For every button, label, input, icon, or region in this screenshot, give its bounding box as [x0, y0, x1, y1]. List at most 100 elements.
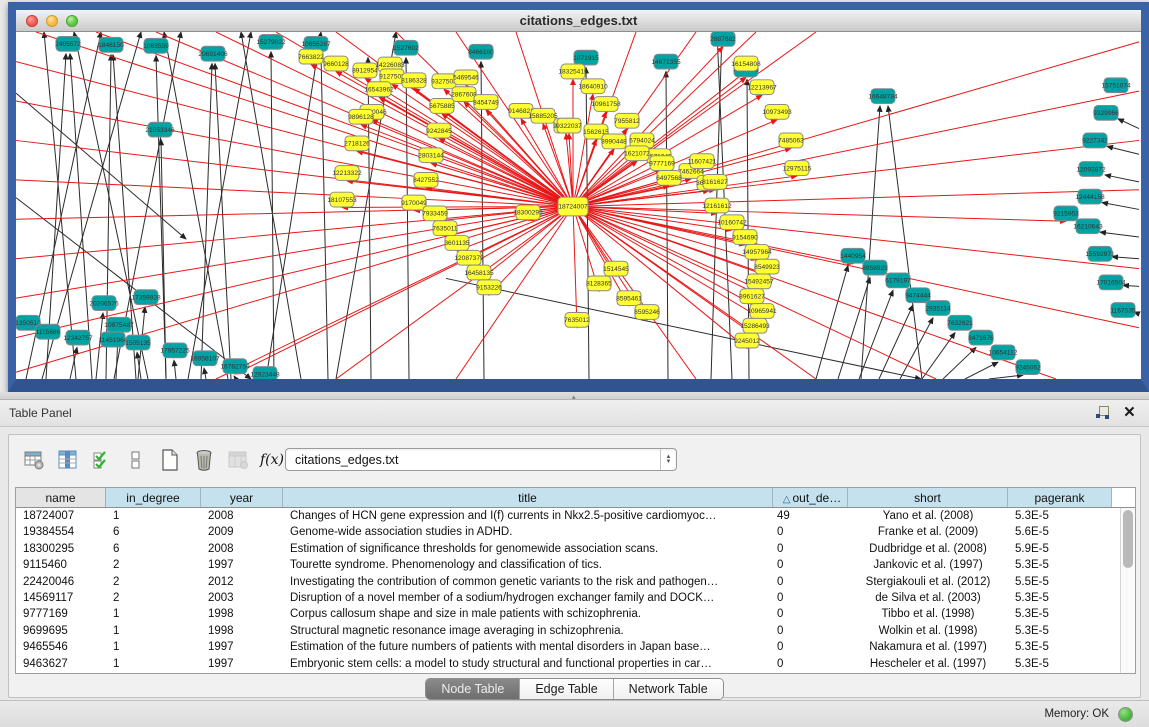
column-header-name[interactable]: name: [16, 488, 106, 507]
graph-node-label: 18640910: [578, 84, 608, 91]
graph-node-label: 12093872: [1076, 166, 1106, 173]
delete-columns-icon[interactable]: [227, 449, 249, 471]
show-columns-icon[interactable]: [57, 449, 79, 471]
table-cell: 0: [773, 639, 848, 655]
table-row[interactable]: 969969511998Structural magnetic resonanc…: [16, 623, 1120, 639]
status-bar: Memory: OK: [0, 700, 1149, 727]
table-cell: 9115460: [16, 557, 106, 573]
column-header-pagerank[interactable]: pagerank: [1008, 488, 1112, 507]
table-vertical-scrollbar[interactable]: [1120, 508, 1135, 673]
table-cell: Franke et al. (2009): [848, 524, 1008, 540]
delete-table-icon[interactable]: [193, 449, 215, 471]
graph-node-label: 10655287: [301, 41, 331, 48]
table-row[interactable]: 977716911998Corpus callosum shape and si…: [16, 606, 1120, 622]
graph-node-label: 18724007: [558, 204, 588, 211]
table-cell: 5.6E-5: [1008, 524, 1112, 540]
graph-node-label: 9322037: [556, 123, 582, 130]
table-cell: Genome-wide association studies in ADHD.: [283, 524, 773, 540]
select-all-rows-icon[interactable]: [91, 449, 113, 471]
table-cell: Yano et al. (2008): [848, 508, 1008, 524]
graph-node-label: 9242845: [426, 128, 452, 135]
float-panel-icon[interactable]: [1095, 406, 1110, 420]
table-cell: 9699695: [16, 623, 106, 639]
graph-node-label: 2718126: [344, 141, 370, 148]
table-cell: 0: [773, 656, 848, 672]
table-selector-dropdown[interactable]: citations_edges.txt ▲▼: [285, 448, 677, 471]
graph-node-label: 12087379: [454, 255, 484, 262]
table-cell: 6: [106, 541, 201, 557]
table-cell: 9777169: [16, 606, 106, 622]
close-panel-icon[interactable]: ×: [1124, 406, 1135, 420]
graph-node-label: 8128365: [586, 281, 612, 288]
graph-node-label: 16210643: [1073, 224, 1103, 231]
scrollbar-thumb[interactable]: [1123, 510, 1133, 568]
graph-node-label: 1440954: [840, 253, 866, 260]
graph-node-label: 7635011: [432, 225, 458, 232]
table-cell: 2012: [201, 574, 283, 590]
graph-node-label: 9170049: [401, 200, 427, 207]
column-header-year[interactable]: year: [201, 488, 283, 507]
graph-node-label: 15279022: [256, 39, 286, 46]
table-cell: 9463627: [16, 656, 106, 672]
table-cell: 0: [773, 541, 848, 557]
table-cell: Wolkin et al. (1998): [848, 623, 1008, 639]
table-cell: 14569117: [16, 590, 106, 606]
window-title: citations_edges.txt: [16, 13, 1141, 28]
table-row[interactable]: 1872400712008Changes of HCN gene express…: [16, 508, 1120, 524]
unselect-all-rows-icon[interactable]: [125, 449, 147, 471]
table-row[interactable]: 946362711997Embryonic stem cells: a mode…: [16, 656, 1120, 672]
tab-node-table[interactable]: Node Table: [426, 679, 519, 699]
network-canvas[interactable]: 2405572184615010635592069140615279022106…: [16, 32, 1141, 379]
create-new-table-icon[interactable]: [159, 449, 181, 471]
column-header-title[interactable]: title: [283, 488, 773, 507]
table-row[interactable]: 1830029562008Estimation of significance …: [16, 541, 1120, 557]
graph-node-label: 17359928: [131, 294, 161, 301]
graph-node-label: 2935114: [925, 305, 951, 312]
graph-node-label: 12213322: [332, 170, 362, 177]
graph-node-label: 14671355: [651, 59, 681, 66]
table-row[interactable]: 2242004622012Investigating the contribut…: [16, 574, 1120, 590]
tab-network-table[interactable]: Network Table: [613, 679, 723, 699]
table-row[interactable]: 1456911722003Disruption of a novel membe…: [16, 590, 1120, 606]
table-cell: Estimation of the future numbers of pati…: [283, 639, 773, 655]
graph-node-label: 15751074: [1101, 83, 1131, 90]
graph-node-label: 16958107: [190, 356, 220, 363]
graph-node-label: 15885205: [528, 113, 558, 120]
graph-node-label: 1071915: [573, 55, 599, 62]
graph-node-label: 8595461: [616, 295, 642, 302]
graph-node-label: 16458135: [464, 270, 494, 277]
graph-node-label: 12213967: [747, 85, 777, 92]
table-cell: 18724007: [16, 508, 106, 524]
graph-node-label: 7632621: [947, 320, 973, 327]
tab-edge-table[interactable]: Edge Table: [519, 679, 612, 699]
app-window: citations_edges.txt 24055721846150106355…: [0, 0, 1149, 727]
table-cell: 9465546: [16, 639, 106, 655]
graph-node-label: 12342757: [63, 335, 93, 342]
column-header-out_de[interactable]: △out_de…: [773, 488, 848, 507]
graph-node-label: 6794024: [629, 138, 655, 145]
column-header-in_degree[interactable]: in_degree: [106, 488, 201, 507]
table-cell: Disruption of a novel member of a sodium…: [283, 590, 773, 606]
modify-table-icon[interactable]: [23, 449, 45, 471]
graph-node-label: 7462664: [678, 168, 704, 175]
panel-split-divider[interactable]: ▴: [0, 392, 1149, 400]
window-titlebar[interactable]: citations_edges.txt: [16, 10, 1141, 32]
table-cell: 1: [106, 639, 201, 655]
table-row[interactable]: 1938455462009Genome-wide association stu…: [16, 524, 1120, 540]
table-cell: Jankovic et al. (1997): [848, 557, 1008, 573]
table-cell: 5.9E-5: [1008, 541, 1112, 557]
table-cell: 1998: [201, 623, 283, 639]
table-cell: Hescheler et al. (1997): [848, 656, 1008, 672]
function-builder-icon[interactable]: f(x): [261, 449, 283, 471]
graph-node-label: 9474444: [905, 293, 931, 300]
dropdown-stepper-icon[interactable]: ▲▼: [660, 449, 676, 470]
column-header-short[interactable]: short: [848, 488, 1008, 507]
table-selector-value: citations_edges.txt: [286, 453, 660, 467]
table-row[interactable]: 946554611997Estimation of the future num…: [16, 639, 1120, 655]
table-cell: 1: [106, 606, 201, 622]
table-row[interactable]: 911546021997Tourette syndrome. Phenomeno…: [16, 557, 1120, 573]
graph-node-label: 18300295: [513, 210, 543, 217]
graph-node-label: 8186328: [401, 78, 427, 85]
graph-node-label: 2867608: [451, 91, 477, 98]
graph-node-label: 2405572: [55, 41, 81, 48]
